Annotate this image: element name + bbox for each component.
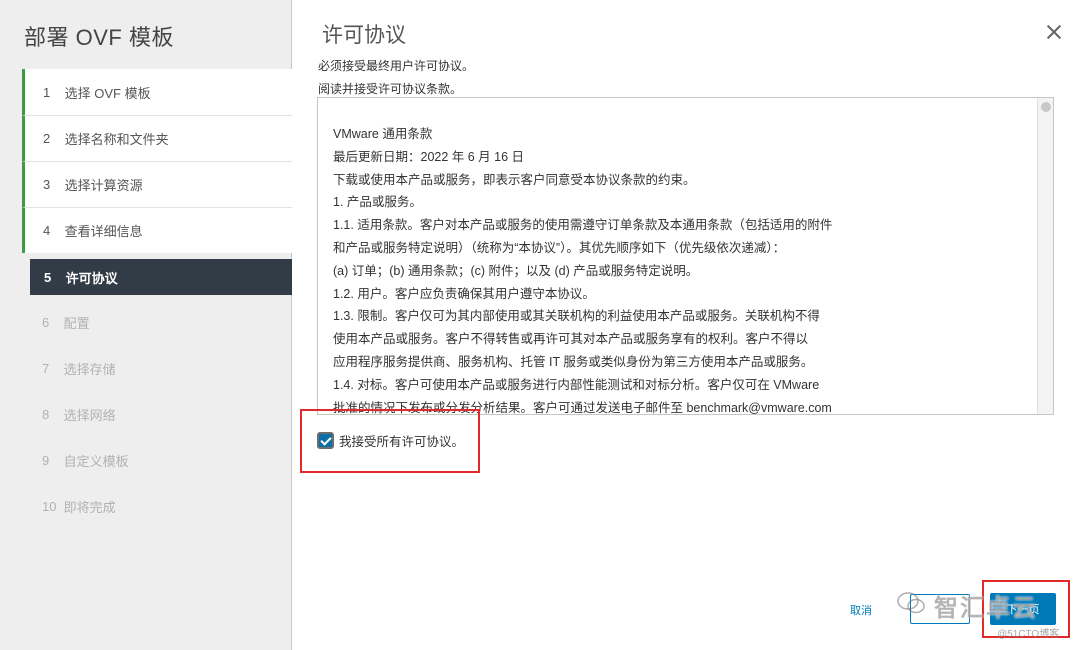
eula-line: 1.4. 对标。客户可使用本产品或服务进行内部性能测试和对标分析。客户仅可在 V… <box>333 377 820 392</box>
step-label: 许可协议 <box>65 270 118 286</box>
accept-all-licenses-checkbox[interactable]: 我接受所有许可协议。 <box>317 431 464 450</box>
step-label: 选择 OVF 模板 <box>64 85 151 101</box>
step-number: 6 <box>42 314 50 330</box>
checkbox-checked-icon[interactable] <box>317 432 334 449</box>
eula-line: 1. 产品或服务。 <box>333 195 422 210</box>
step-label: 选择存储 <box>63 361 116 377</box>
step-license-agreements[interactable]: 5 许可协议 <box>30 259 292 295</box>
step-ready-to-complete: 10 即将完成 <box>22 483 292 529</box>
accept-label: 我接受所有许可协议。 <box>339 435 465 449</box>
step-number: 3 <box>43 177 51 192</box>
eula-line: 1.1. 适用条款。客户对本产品或服务的使用需遵守订单条款及本通用条款（包括适用… <box>333 218 833 233</box>
cancel-button[interactable]: 取消 <box>850 602 872 618</box>
step-number: 2 <box>43 131 51 146</box>
step-customize-template: 9 自定义模板 <box>22 437 292 483</box>
step-select-ovf-template[interactable]: 1 选择 OVF 模板 <box>22 69 292 115</box>
eula-text-area[interactable]: VMware 通用条款 最后更新日期：2022 年 6 月 16 日 下载或使用… <box>317 97 1054 415</box>
eula-line: (a) 订单；(b) 通用条款；(c) 附件；以及 (d) 产品或服务特定说明。 <box>333 263 699 278</box>
eula-line: 下载或使用本产品或服务，即表示客户同意受本协议条款的约束。 <box>333 172 696 187</box>
step-number: 5 <box>44 269 52 285</box>
page-title: 许可协议 <box>322 24 406 47</box>
instruction-required: 必须接受最终用户许可协议。 <box>318 59 475 73</box>
eula-line: 和产品或服务特定说明）（统称为“本协议”）。其优先顺序如下（优先级依次递减）： <box>333 240 786 255</box>
scrollbar-thumb[interactable] <box>1041 102 1051 112</box>
wizard-sidebar: 部署 OVF 模板 1 选择 OVF 模板 2 选择名称和文件夹 3 选择计算资… <box>0 0 292 650</box>
step-label: 选择名称和文件夹 <box>64 132 169 147</box>
step-configuration: 6 配置 <box>22 299 292 345</box>
watermark-sub: @51CTO博客 <box>997 629 1060 640</box>
eula-text: VMware 通用条款 最后更新日期：2022 年 6 月 16 日 下载或使用… <box>333 123 1033 414</box>
eula-line: 应用程序服务提供商、服务机构、托管 IT 服务或类似身份为第三方使用本产品或服务… <box>333 354 814 369</box>
step-number: 8 <box>42 406 50 422</box>
close-icon[interactable] <box>1046 24 1062 40</box>
step-select-networks: 8 选择网络 <box>22 391 292 437</box>
step-review-details[interactable]: 4 查看详细信息 <box>22 207 292 253</box>
step-label: 配置 <box>63 315 90 331</box>
wizard-title: 部署 OVF 模板 <box>24 25 174 50</box>
wechat-logo-icon <box>897 592 925 614</box>
step-label: 查看详细信息 <box>64 224 143 239</box>
step-label: 即将完成 <box>63 499 116 515</box>
watermark-text: 智汇卓云 <box>934 595 1038 622</box>
step-number: 4 <box>43 223 51 238</box>
wizard-steps: 1 选择 OVF 模板 2 选择名称和文件夹 3 选择计算资源 4 查看详细信息… <box>22 69 292 529</box>
step-label: 选择网络 <box>63 407 116 423</box>
step-number: 10 <box>42 498 57 514</box>
step-select-compute-resource[interactable]: 3 选择计算资源 <box>22 161 292 207</box>
step-select-storage: 7 选择存储 <box>22 345 292 391</box>
eula-line: 1.2. 用户。客户应负责确保其用户遵守本协议。 <box>333 286 595 301</box>
instruction-read: 阅读并接受许可协议条款。 <box>318 82 463 96</box>
wizard-main: 许可协议 必须接受最终用户许可协议。 阅读并接受许可协议条款。 VMware 通… <box>292 0 1080 650</box>
step-label: 选择计算资源 <box>64 178 143 193</box>
step-select-name-folder[interactable]: 2 选择名称和文件夹 <box>22 115 292 161</box>
step-label: 自定义模板 <box>63 453 129 469</box>
step-number: 1 <box>43 84 51 100</box>
step-number: 7 <box>42 360 50 376</box>
eula-line: 1.3. 限制。客户仅可为其内部使用或其关联机构的利益使用本产品或服务。关联机构… <box>333 309 820 324</box>
eula-scrollbar[interactable] <box>1037 98 1053 414</box>
step-number: 9 <box>42 452 50 468</box>
eula-line: VMware 通用条款 <box>333 127 433 141</box>
eula-line: 使用本产品或服务。客户不得转售或再许可其对本产品或服务享有的权利。客户不得以 <box>333 332 809 347</box>
eula-line: 最后更新日期：2022 年 6 月 16 日 <box>333 149 525 164</box>
